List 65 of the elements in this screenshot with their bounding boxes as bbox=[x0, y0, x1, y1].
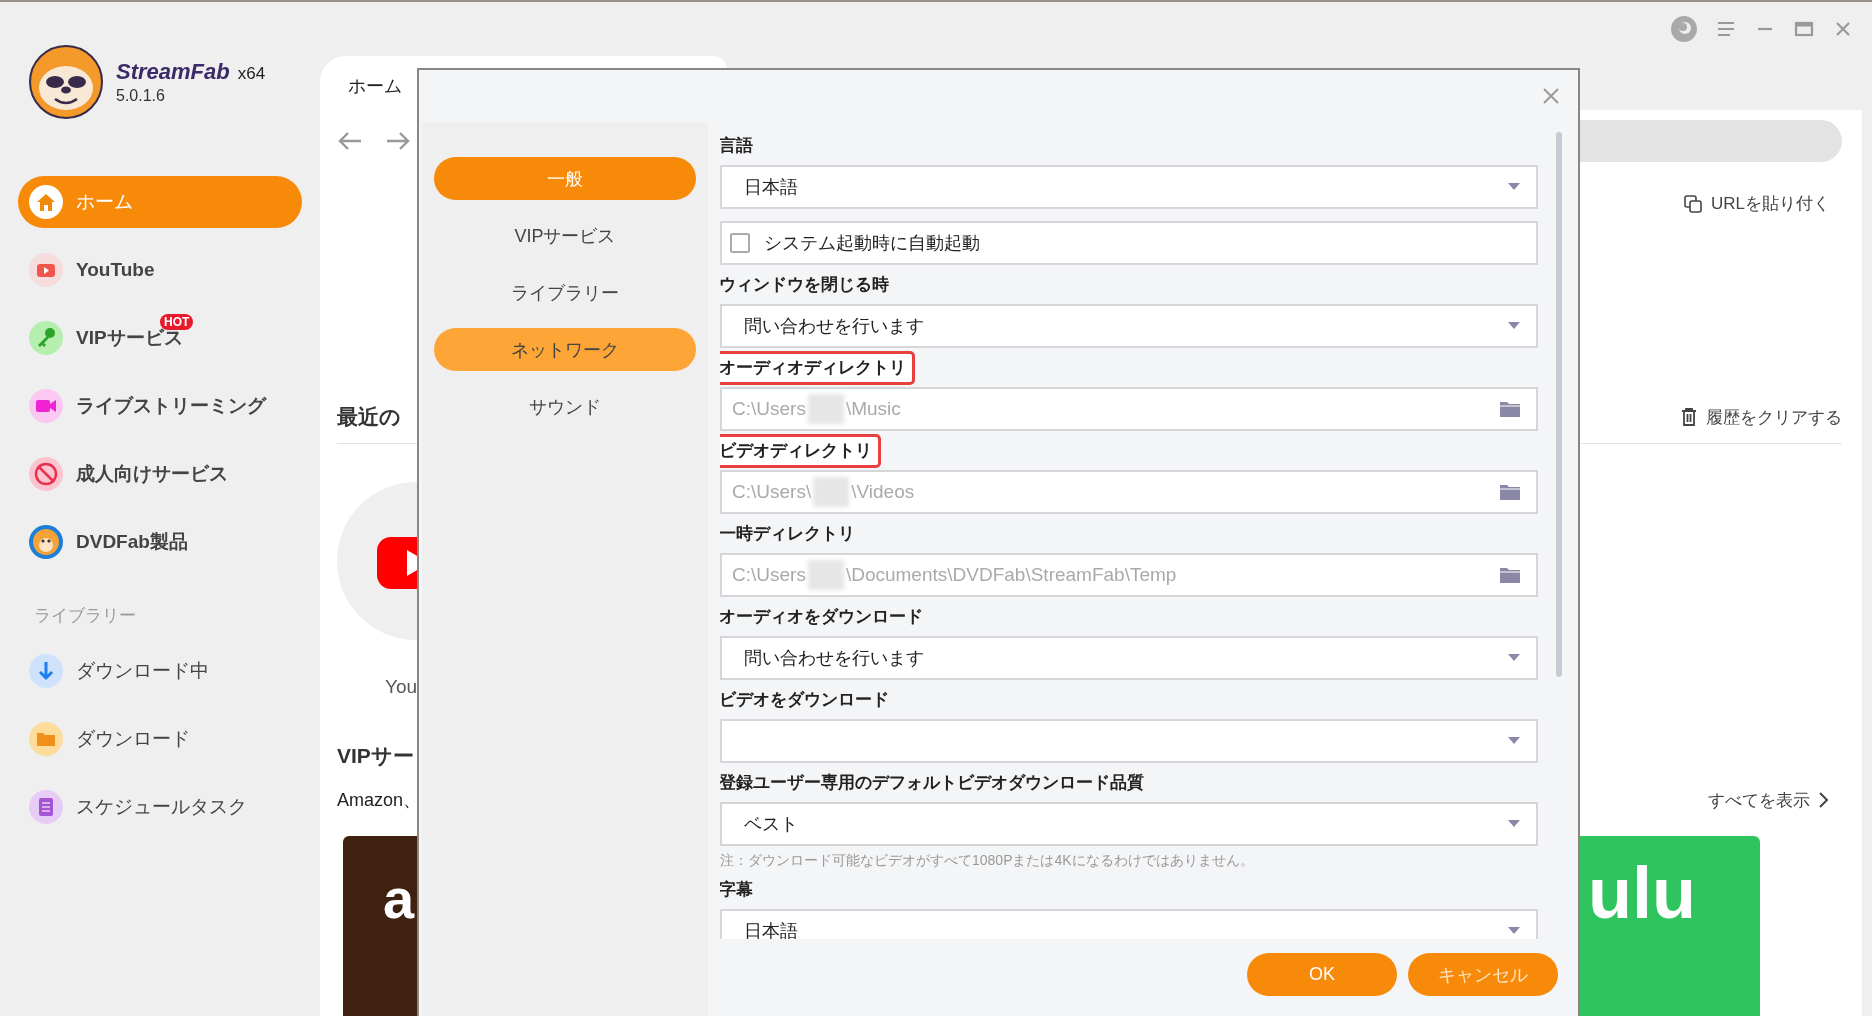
sidebar-item[interactable]: VIPサービス HOT bbox=[18, 312, 302, 364]
section-heading: VIPサー bbox=[337, 743, 415, 769]
folder-icon[interactable] bbox=[1500, 484, 1520, 500]
dropdown-field[interactable]: 日本語 bbox=[720, 165, 1538, 209]
paste-url-button[interactable]: URLを貼り付く bbox=[1683, 192, 1830, 215]
folder-icon[interactable] bbox=[1500, 401, 1520, 417]
folder-icon[interactable] bbox=[1500, 567, 1520, 583]
sidebar-item[interactable]: YouTube bbox=[18, 244, 302, 296]
recent-item-label: You bbox=[385, 676, 419, 698]
caret-icon bbox=[1508, 654, 1520, 662]
section-heading: ライブラリー bbox=[34, 605, 137, 627]
app-version: 5.0.1.6 bbox=[116, 87, 166, 105]
sidebar-item[interactable]: ライブストリーミング bbox=[18, 380, 302, 432]
field-label: オーディオをダウンロード bbox=[720, 606, 924, 628]
caret-icon bbox=[1508, 183, 1520, 191]
back-arrow-icon[interactable] bbox=[337, 130, 363, 152]
settings-nav-item[interactable]: サウンド bbox=[434, 385, 696, 428]
chevron-right-icon bbox=[1818, 791, 1830, 809]
dropdown-field[interactable] bbox=[720, 719, 1538, 763]
caret-icon bbox=[1508, 322, 1520, 330]
dropdown-field[interactable]: ベスト bbox=[720, 802, 1538, 846]
show-all-link[interactable]: すべてを表示 bbox=[1708, 788, 1842, 812]
dropdown-field[interactable]: 日本語 bbox=[720, 909, 1538, 939]
forward-arrow-icon[interactable] bbox=[385, 130, 411, 152]
video-camera-icon bbox=[28, 388, 64, 424]
clear-history-button[interactable]: 履歴をクリアする bbox=[1680, 405, 1842, 429]
dropdown-field[interactable]: 問い合わせを行います bbox=[720, 304, 1538, 348]
key-icon bbox=[28, 320, 64, 356]
section-description: Amazon、 bbox=[337, 789, 422, 812]
sidebar-item[interactable]: 成人向けサービス bbox=[18, 448, 302, 500]
home-icon bbox=[28, 184, 64, 220]
theme-icon[interactable] bbox=[1670, 15, 1698, 43]
sidebar-item[interactable]: ダウンロード中 bbox=[18, 645, 302, 697]
close-icon[interactable] bbox=[1542, 87, 1560, 105]
settings-nav-item[interactable]: ライブラリー bbox=[434, 271, 696, 314]
caret-icon bbox=[1508, 737, 1520, 745]
scrollbar[interactable] bbox=[1556, 132, 1562, 677]
copy-icon bbox=[1683, 193, 1703, 214]
dropdown-field[interactable]: 問い合わせを行います bbox=[720, 636, 1538, 680]
play-icon bbox=[28, 252, 64, 288]
field-label: ビデオをダウンロード bbox=[720, 689, 890, 711]
field-label: ウィンドウを閉じる時 bbox=[720, 274, 890, 296]
checkbox-label: システム起動時に自動起動 bbox=[764, 232, 980, 255]
sidebar-item[interactable]: スケジュールタスク bbox=[18, 781, 302, 833]
field-label: 一時ディレクトリ bbox=[720, 523, 856, 545]
settings-nav-item[interactable]: VIPサービス bbox=[434, 214, 696, 257]
caret-icon bbox=[1508, 927, 1520, 935]
adult-restriction-icon bbox=[28, 456, 64, 492]
trash-icon bbox=[1680, 407, 1698, 427]
folder-icon bbox=[28, 721, 64, 757]
checkbox[interactable] bbox=[730, 233, 750, 253]
caret-icon bbox=[1508, 820, 1520, 828]
settings-nav-item[interactable]: ネットワーク bbox=[434, 328, 696, 371]
section-heading: 最近の bbox=[337, 404, 401, 430]
sloth-logo-icon bbox=[28, 44, 104, 120]
mascot-icon bbox=[28, 524, 64, 560]
app-name: StreamFab bbox=[116, 59, 230, 85]
field-label: 字幕 bbox=[720, 879, 754, 901]
list-icon bbox=[28, 789, 64, 825]
app-architecture: x64 bbox=[237, 64, 266, 84]
sidebar-item[interactable]: ダウンロード bbox=[18, 713, 302, 765]
field-label: オーディオディレクトリ bbox=[720, 351, 915, 385]
field-label: ビデオディレクトリ bbox=[720, 434, 881, 468]
sidebar-item[interactable]: DVDFab製品 bbox=[18, 516, 302, 568]
note-text: 注：ダウンロード可能なビデオがすべて1080Pまたは4Kになるわけではありません。 bbox=[720, 851, 1255, 870]
